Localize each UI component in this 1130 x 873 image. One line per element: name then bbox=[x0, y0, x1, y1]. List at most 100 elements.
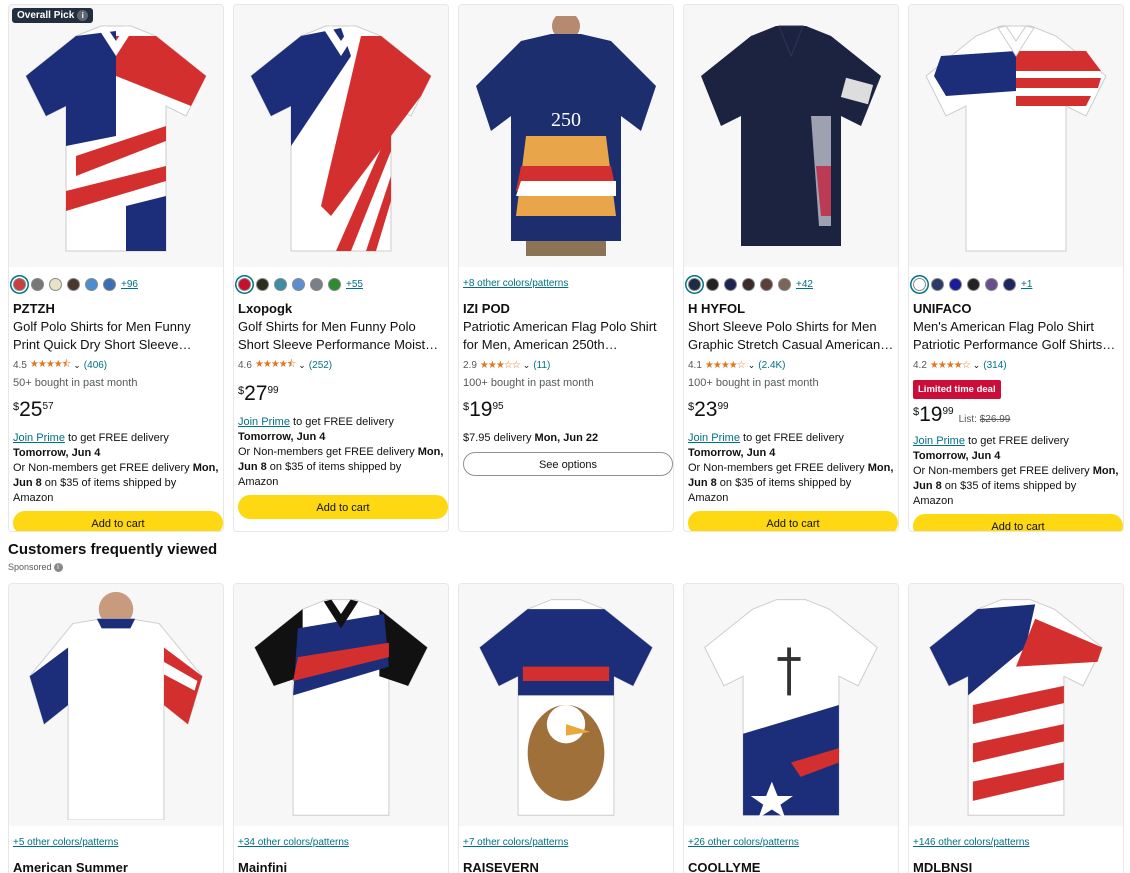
rating-value: 4.5 bbox=[13, 359, 27, 371]
review-count[interactable]: (2.4K) bbox=[758, 360, 785, 371]
color-swatch[interactable] bbox=[103, 277, 116, 291]
product-title[interactable]: Short Sleeve Polo Shirts for Men Graphic… bbox=[688, 318, 894, 354]
color-swatch[interactable] bbox=[778, 277, 791, 291]
shirt-model-flag-sleeves-icon bbox=[29, 591, 203, 820]
color-swatch[interactable] bbox=[706, 277, 719, 291]
other-colors-link[interactable]: +34 other colors/patterns bbox=[238, 832, 444, 854]
brand-name: American Summer bbox=[13, 860, 128, 873]
join-prime-link[interactable]: Join Prime bbox=[913, 435, 965, 447]
color-swatch[interactable] bbox=[724, 277, 737, 291]
price[interactable]: $ 19 95 bbox=[463, 398, 669, 424]
color-swatch[interactable] bbox=[292, 277, 305, 291]
more-colors-link[interactable]: +42 bbox=[796, 279, 813, 290]
chevron-down-icon[interactable]: ⌄ bbox=[973, 360, 981, 371]
star-rating-icon: ★★★★⯪ bbox=[254, 358, 296, 370]
color-swatch[interactable] bbox=[1003, 277, 1016, 291]
color-swatch[interactable] bbox=[328, 277, 341, 291]
more-colors-link[interactable]: +96 bbox=[121, 279, 138, 290]
join-prime-link[interactable]: Join Prime bbox=[688, 432, 740, 444]
limited-deal-badge: Limited time deal bbox=[913, 380, 1001, 399]
brand-name: COOLLYME bbox=[688, 860, 761, 873]
other-colors-link[interactable]: +8 other colors/patterns bbox=[463, 273, 669, 295]
price[interactable]: $ 19 99 List: $26.99 bbox=[913, 403, 1119, 429]
rating-row[interactable]: 2.9 ★★★☆☆ ⌄ (11) bbox=[463, 356, 669, 374]
add-to-cart-button[interactable]: Add to cart bbox=[913, 514, 1123, 531]
product-title[interactable]: Golf Shirts for Men Funny Polo Short Sle… bbox=[238, 318, 444, 354]
product-image[interactable] bbox=[459, 584, 673, 826]
info-icon[interactable]: i bbox=[77, 10, 89, 21]
color-swatch[interactable] bbox=[967, 277, 980, 291]
color-swatch[interactable] bbox=[31, 277, 44, 291]
chevron-down-icon[interactable]: ⌄ bbox=[523, 360, 531, 371]
shirt-flag-splash-icon bbox=[25, 25, 207, 252]
rating-value: 2.9 bbox=[463, 359, 477, 371]
chevron-down-icon[interactable]: ⌄ bbox=[298, 360, 306, 371]
product-image[interactable]: Overall Pick i bbox=[9, 5, 223, 267]
other-colors-link[interactable]: +26 other colors/patterns bbox=[688, 832, 894, 854]
review-count[interactable]: (11) bbox=[533, 360, 550, 371]
add-to-cart-button[interactable]: Add to cart bbox=[238, 495, 448, 519]
color-swatch[interactable] bbox=[310, 277, 323, 291]
product-title[interactable]: Men's American Flag Polo Shirt Patriotic… bbox=[913, 318, 1119, 354]
color-swatch[interactable] bbox=[256, 277, 269, 291]
color-swatch[interactable] bbox=[274, 277, 287, 291]
other-colors-link[interactable]: +5 other colors/patterns bbox=[13, 832, 219, 854]
product-image[interactable]: 250 bbox=[459, 5, 673, 267]
review-count[interactable]: (314) bbox=[983, 360, 1006, 371]
color-swatch[interactable] bbox=[688, 277, 701, 291]
product-image[interactable] bbox=[909, 5, 1123, 267]
chevron-down-icon[interactable]: ⌄ bbox=[73, 360, 81, 371]
color-swatch[interactable] bbox=[931, 277, 944, 291]
add-to-cart-button[interactable]: Add to cart bbox=[13, 511, 223, 531]
color-swatch[interactable] bbox=[238, 277, 251, 291]
other-colors-link[interactable]: +7 other colors/patterns bbox=[463, 832, 669, 854]
more-colors-link[interactable]: +1 bbox=[1021, 279, 1032, 290]
rating-row[interactable]: 4.1 ★★★★☆ ⌄ (2.4K) bbox=[688, 356, 894, 374]
rating-row[interactable]: 4.6 ★★★★⯪ ⌄ (252) bbox=[238, 356, 444, 374]
product-image[interactable] bbox=[909, 584, 1123, 826]
brand-name: Lxopogk bbox=[238, 301, 293, 316]
product-card: +26 other colors/patterns COOLLYME bbox=[683, 583, 899, 873]
price[interactable]: $ 23 99 bbox=[688, 398, 894, 424]
shirt-eagle-250-icon: 250 bbox=[476, 16, 656, 256]
color-swatch[interactable] bbox=[67, 277, 80, 291]
color-swatch[interactable] bbox=[742, 277, 755, 291]
product-image[interactable] bbox=[9, 584, 223, 826]
product-card: +5 other colors/patterns American Summer bbox=[8, 583, 224, 873]
color-swatch[interactable] bbox=[760, 277, 773, 291]
review-count[interactable]: (252) bbox=[309, 360, 332, 371]
add-to-cart-button[interactable]: Add to cart bbox=[688, 511, 898, 531]
other-colors-link[interactable]: +146 other colors/patterns bbox=[913, 832, 1119, 854]
product-image[interactable] bbox=[684, 584, 898, 826]
price[interactable]: $ 27 99 bbox=[238, 382, 444, 408]
price[interactable]: $ 25 57 bbox=[13, 398, 219, 424]
delivery-info: $7.95 delivery Mon, Jun 22 bbox=[463, 432, 599, 444]
join-prime-link[interactable]: Join Prime bbox=[13, 432, 65, 444]
shirt-we-the-people-icon bbox=[254, 599, 428, 816]
rating-row[interactable]: 4.2 ★★★★☆ ⌄ (314) bbox=[913, 356, 1119, 374]
product-image[interactable] bbox=[234, 5, 448, 267]
chevron-down-icon[interactable]: ⌄ bbox=[748, 360, 756, 371]
product-image[interactable] bbox=[684, 5, 898, 267]
color-swatch[interactable] bbox=[49, 277, 62, 291]
review-count[interactable]: (406) bbox=[84, 360, 107, 371]
join-prime-link[interactable]: Join Prime bbox=[238, 416, 290, 428]
star-rating-icon: ★★★★☆ bbox=[929, 359, 971, 371]
shirt-navy-flag-sleeve-icon bbox=[701, 25, 881, 246]
star-rating-icon: ★★★☆☆ bbox=[479, 359, 521, 371]
sponsored-label[interactable]: Sponsored i bbox=[8, 562, 217, 572]
brand-name: UNIFACO bbox=[913, 301, 972, 316]
color-swatch[interactable] bbox=[913, 277, 926, 291]
color-swatch[interactable] bbox=[949, 277, 962, 291]
product-title[interactable]: Golf Polo Shirts for Men Funny Print Qui… bbox=[13, 318, 219, 354]
rating-row[interactable]: 4.5 ★★★★⯪ ⌄ (406) bbox=[13, 356, 219, 374]
see-options-button[interactable]: See options bbox=[463, 452, 673, 476]
product-image[interactable] bbox=[234, 584, 448, 826]
shirt-cross-star-icon bbox=[704, 599, 878, 819]
color-swatch[interactable] bbox=[85, 277, 98, 291]
product-title[interactable]: Patriotic American Flag Polo Shirt for M… bbox=[463, 318, 669, 354]
info-icon[interactable]: i bbox=[53, 562, 63, 572]
color-swatch[interactable] bbox=[985, 277, 998, 291]
more-colors-link[interactable]: +55 bbox=[346, 279, 363, 290]
color-swatch[interactable] bbox=[13, 277, 26, 291]
